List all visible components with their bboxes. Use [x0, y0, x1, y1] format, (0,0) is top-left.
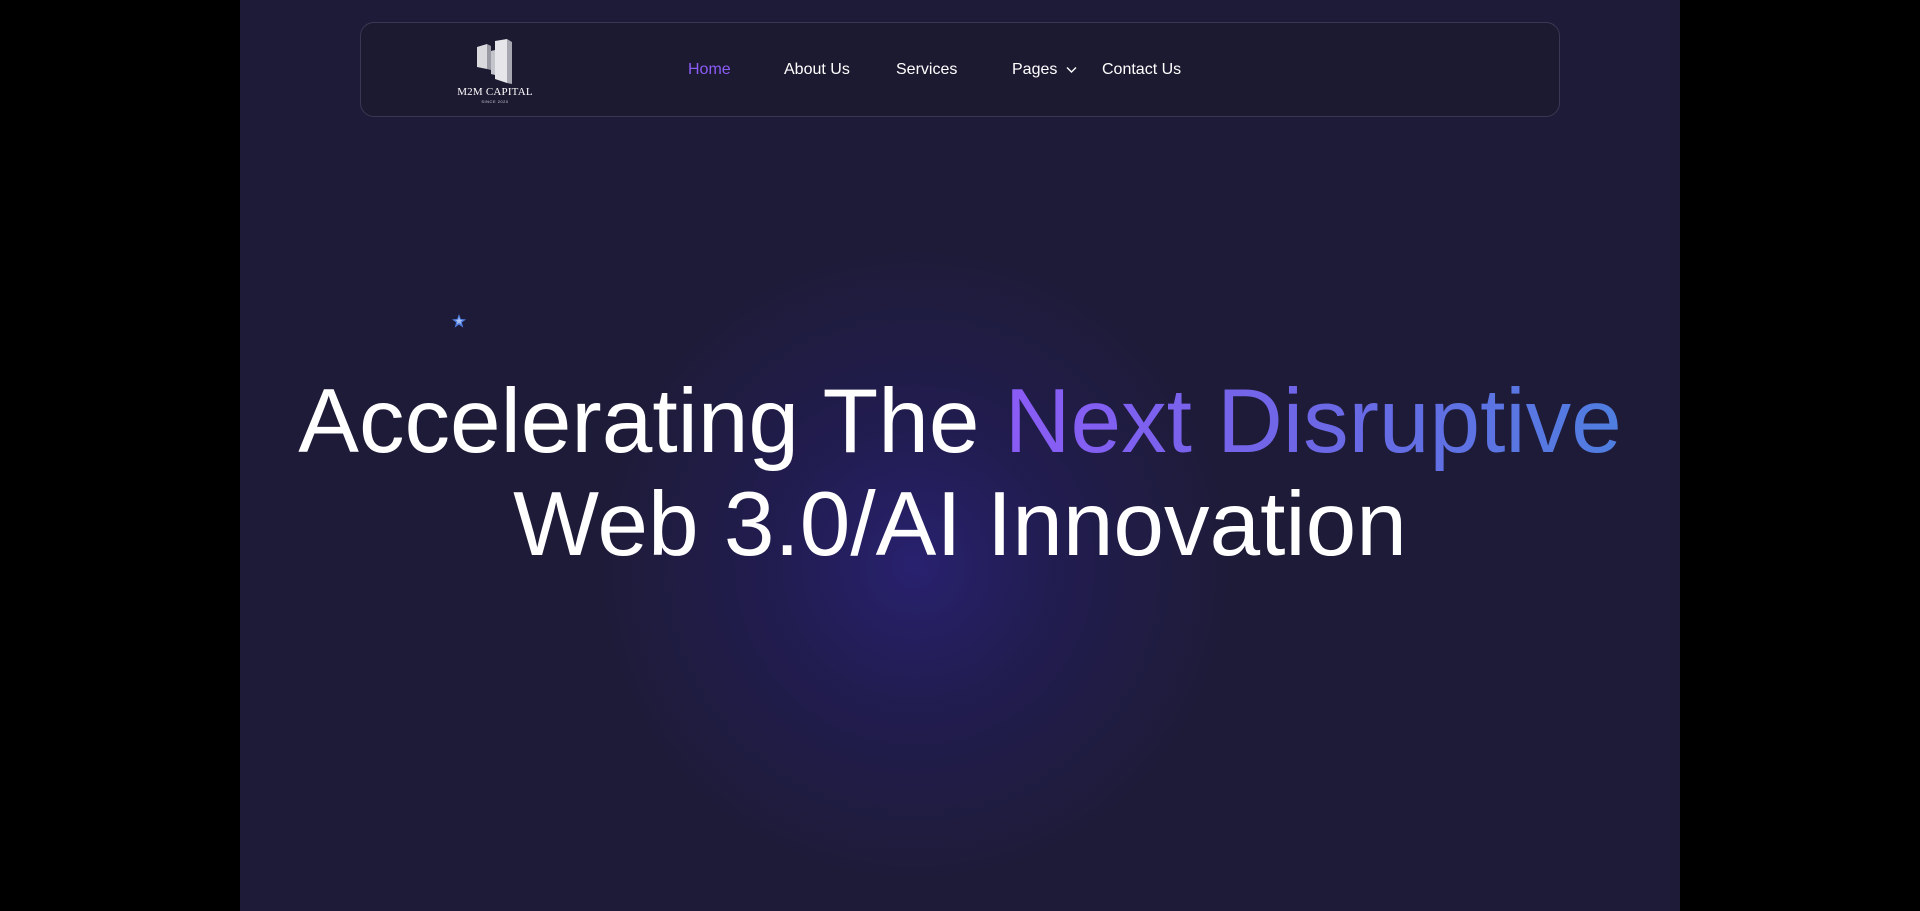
nav-about-us[interactable]: About Us [784, 61, 850, 79]
hero-line-1-plain: Accelerating The [298, 371, 1005, 472]
nav-services[interactable]: Services [896, 61, 957, 79]
top-navbar: M2M CAPITAL SINCE 2020 Home About Us Ser… [360, 22, 1560, 117]
hero-heading: Accelerating The Next Disruptive Web 3.0… [240, 370, 1680, 576]
hero-line-2: Web 3.0/AI Innovation [513, 474, 1407, 575]
main-nav: Home About Us Services Pages Contact Us [361, 23, 1559, 118]
sparkle-star-icon [452, 314, 466, 328]
hero-line-1: Accelerating The Next Disruptive [240, 370, 1680, 473]
nav-contact-us[interactable]: Contact Us [1102, 61, 1181, 79]
landing-page: M2M CAPITAL SINCE 2020 Home About Us Ser… [240, 0, 1680, 911]
hero-line-1-highlight: Next Disruptive [1004, 371, 1622, 472]
nav-pages[interactable]: Pages [1012, 61, 1077, 79]
chevron-down-icon [1066, 66, 1077, 73]
nav-pages-label: Pages [1012, 61, 1058, 78]
nav-home[interactable]: Home [688, 61, 731, 79]
